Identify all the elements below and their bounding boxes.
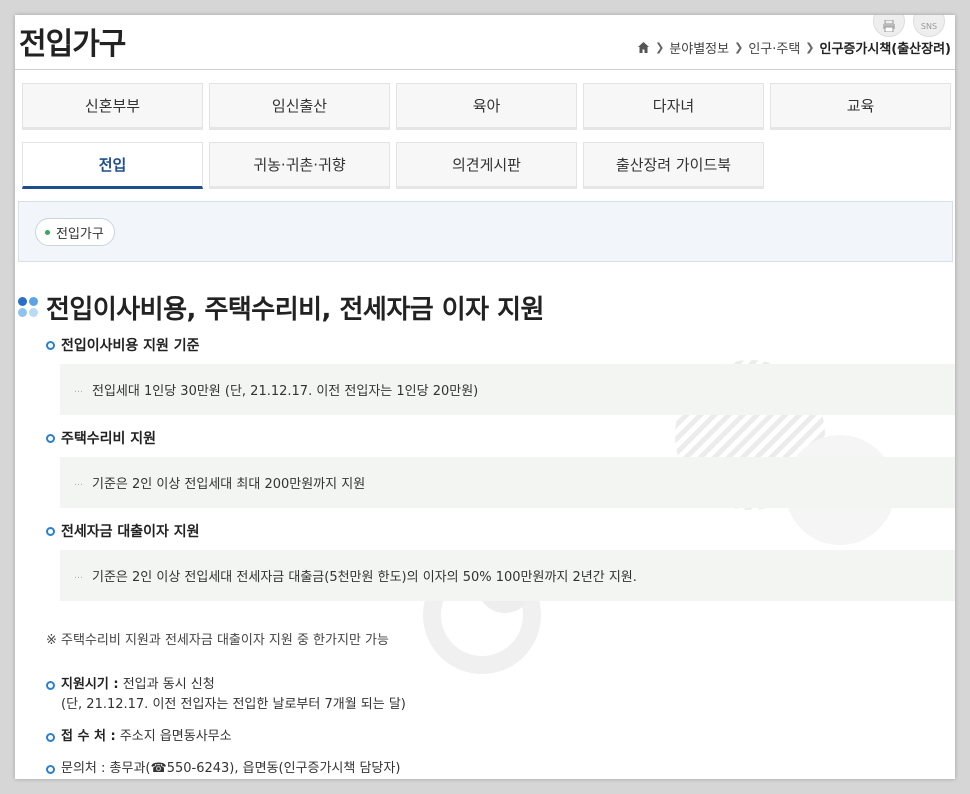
title-divider: [15, 69, 955, 70]
item-title-text: 주택수리비 지원: [61, 431, 157, 447]
tab-opinion-board[interactable]: 의견게시판: [396, 142, 577, 189]
tab-guidebook[interactable]: 출산장려 가이드북: [583, 142, 764, 189]
tab-row-1: 신혼부부 임신출산 육아 다자녀 교육: [22, 83, 952, 130]
ring-bullet-icon: [46, 680, 55, 690]
tab-return-farming[interactable]: 귀농·귀촌·귀향: [209, 142, 390, 189]
tab-move-in[interactable]: 전입: [22, 142, 203, 189]
breadcrumb-item[interactable]: 분야별정보: [669, 38, 729, 57]
print-icon: [883, 20, 895, 32]
item-title-text: 전입이사비용 지원 기준: [61, 338, 200, 354]
ring-bullet-icon: [46, 526, 55, 536]
info-subtext: (단, 21.12.17. 이전 전입자는 전입한 날로부터 7개월 되는 달): [61, 697, 406, 712]
info-value: 주소지 읍면동사무소: [119, 729, 232, 744]
subnav-pill-move-in-household[interactable]: 전입가구: [35, 218, 115, 246]
list-bullet-icon: …: [74, 477, 83, 488]
category-tabs: 신혼부부 임신출산 육아 다자녀 교육 전입 귀농·귀촌·귀향 의견게시판 출산…: [22, 83, 952, 201]
sns-button[interactable]: SNS: [913, 15, 945, 37]
info-label: 접 수 처 :: [61, 729, 116, 744]
heading-dots-icon: [18, 296, 40, 319]
subnav-pill-label: 전입가구: [56, 226, 104, 242]
item-title-loan-interest: 전세자금 대출이자 지원: [46, 521, 200, 541]
info-office: 접 수 처 : 주소지 읍면동사무소: [46, 727, 232, 747]
tab-multi-child[interactable]: 다자녀: [583, 83, 764, 130]
ring-bullet-icon: [46, 340, 55, 350]
home-icon[interactable]: [637, 41, 650, 54]
item-title-text: 전세자금 대출이자 지원: [61, 524, 200, 540]
info-value: 전입과 동시 신청: [122, 677, 215, 692]
list-bullet-icon: …: [74, 570, 83, 581]
info-label: 문의처 :: [61, 761, 106, 776]
tab-newlyweds[interactable]: 신혼부부: [22, 83, 203, 130]
item-box-loan-interest: … 기준은 2인 이상 전입세대 전세자금 대출금(5천만원 한도)의 이자의 …: [60, 550, 955, 601]
chevron-right-icon: ❯: [805, 41, 815, 54]
tab-row-2: 전입 귀농·귀촌·귀향 의견게시판 출산장려 가이드북: [22, 142, 952, 189]
print-button[interactable]: [873, 15, 905, 37]
breadcrumb: ❯ 분야별정보 ❯ 인구·주택 ❯ 인구증가시책(출산장려): [637, 38, 951, 57]
item-box-house-repair: … 기준은 2인 이상 전입세대 최대 200만원까지 지원: [60, 457, 955, 508]
chevron-right-icon: ❯: [655, 41, 665, 54]
info-value: 총무과(☎550-6243), 읍면동(인구증가시책 담당자): [109, 761, 401, 776]
item-desc-text: 기준은 2인 이상 전입세대 최대 200만원까지 지원: [92, 477, 366, 492]
page-frame: SNS 전입가구 ❯ 분야별정보 ❯ 인구·주택 ❯ 인구증가시책(출산장려) …: [15, 15, 955, 779]
ring-bullet-icon: [46, 433, 55, 443]
breadcrumb-item[interactable]: 인구·주택: [748, 38, 800, 57]
page-title: 전입가구: [19, 27, 126, 62]
item-title-house-repair: 주택수리비 지원: [46, 428, 156, 448]
ring-bullet-icon: [46, 764, 55, 774]
breadcrumb-current: 인구증가시책(출산장려): [819, 42, 951, 57]
item-box-moving-cost: … 전입세대 1인당 30만원 (단, 21.12.17. 이전 전입자는 1인…: [60, 364, 955, 415]
tab-pregnancy[interactable]: 임신출산: [209, 83, 390, 130]
section-heading-text: 전입이사비용, 주택수리비, 전세자금 이자 지원: [46, 295, 544, 325]
tab-education[interactable]: 교육: [770, 83, 951, 130]
section-heading: 전입이사비용, 주택수리비, 전세자금 이자 지원: [18, 289, 544, 326]
info-contact: 문의처 : 총무과(☎550-6243), 읍면동(인구증가시책 담당자): [46, 759, 400, 779]
ring-bullet-icon: [46, 732, 55, 742]
item-desc-text: 전입세대 1인당 30만원 (단, 21.12.17. 이전 전입자는 1인당 …: [92, 384, 479, 399]
info-support-period: 지원시기 : 전입과 동시 신청 (단, 21.12.17. 이전 전입자는 전…: [46, 675, 406, 715]
utility-buttons: SNS: [873, 15, 945, 37]
notice-text: ※ 주택수리비 지원과 전세자금 대출이자 지원 중 한가지만 가능: [46, 633, 389, 648]
tab-childcare[interactable]: 육아: [396, 83, 577, 130]
sub-navigation: 전입가구: [18, 201, 953, 262]
list-bullet-icon: …: [74, 384, 83, 395]
info-label: 지원시기 :: [61, 677, 119, 692]
chevron-right-icon: ❯: [734, 41, 744, 54]
item-desc-text: 기준은 2인 이상 전입세대 전세자금 대출금(5천만원 한도)의 이자의 50…: [92, 570, 637, 585]
bullet-dot-icon: [45, 229, 50, 235]
item-title-moving-cost: 전입이사비용 지원 기준: [46, 335, 200, 355]
